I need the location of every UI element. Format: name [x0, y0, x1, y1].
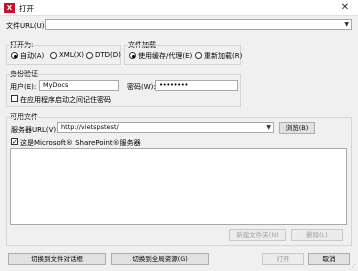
title-bar — [0, 0, 358, 16]
open-as-dtd-radio[interactable] — [86, 52, 93, 59]
delete-button[interactable]: 删除(L) — [291, 229, 343, 241]
remember-password-label[interactable]: 在应用程序启动之间记住密码 — [20, 95, 111, 105]
open-as-xml-label[interactable]: XML(X) — [59, 51, 84, 59]
reload-label[interactable]: 重新加载(R) — [204, 51, 242, 61]
chevron-down-icon[interactable]: ▼ — [266, 123, 271, 133]
user-label: 用户(E): — [10, 83, 37, 91]
close-icon[interactable]: ✕ — [337, 2, 353, 14]
sharepoint-checkbox[interactable]: ✓ — [11, 138, 18, 146]
switch-to-global-resources-button[interactable]: 切换到全局资源(G) — [111, 253, 209, 265]
reload-radio[interactable] — [195, 52, 202, 59]
sharepoint-label[interactable]: 这是Microsoft® SharePoint®服务器 — [20, 138, 141, 148]
password-input[interactable]: •••••••• — [155, 80, 238, 91]
chevron-down-icon[interactable]: ▼ — [344, 20, 349, 30]
open-as-dtd-label[interactable]: DTD(D) — [95, 51, 121, 59]
new-folder-button[interactable]: 新建文件夹(N) — [229, 229, 286, 241]
window-title: 打开 — [19, 4, 34, 13]
cancel-button[interactable]: 取消 — [308, 253, 350, 265]
open-as-xml-radio[interactable] — [50, 52, 57, 59]
server-url-label: 服务器URL(V): — [11, 126, 59, 134]
resize-grip-icon[interactable]: ⋰ — [349, 263, 357, 271]
user-input[interactable]: MyDocs — [39, 80, 119, 91]
use-cache-label[interactable]: 使用缓存/代理(E) — [138, 51, 192, 61]
app-icon: X — [4, 3, 15, 13]
open-as-auto-radio[interactable] — [11, 52, 18, 59]
switch-to-file-dialog-button[interactable]: 切换到文件对话框 — [8, 253, 106, 265]
open-as-auto-label[interactable]: 自动(A) — [20, 51, 44, 61]
file-url-combobox[interactable]: ▼ — [45, 19, 352, 30]
open-button[interactable]: 打开 — [262, 253, 304, 265]
use-cache-radio[interactable] — [129, 52, 136, 59]
browse-button[interactable]: 浏览(B) — [279, 122, 315, 134]
remember-password-checkbox[interactable] — [11, 95, 18, 102]
password-label: 密码(W): — [127, 83, 156, 91]
file-url-label: 文件URL(U): — [6, 22, 47, 30]
server-url-combobox[interactable]: http://vietspstest/ ▼ — [57, 122, 274, 133]
file-list[interactable] — [10, 148, 347, 225]
server-url-value: http://vietspstest/ — [61, 123, 119, 131]
